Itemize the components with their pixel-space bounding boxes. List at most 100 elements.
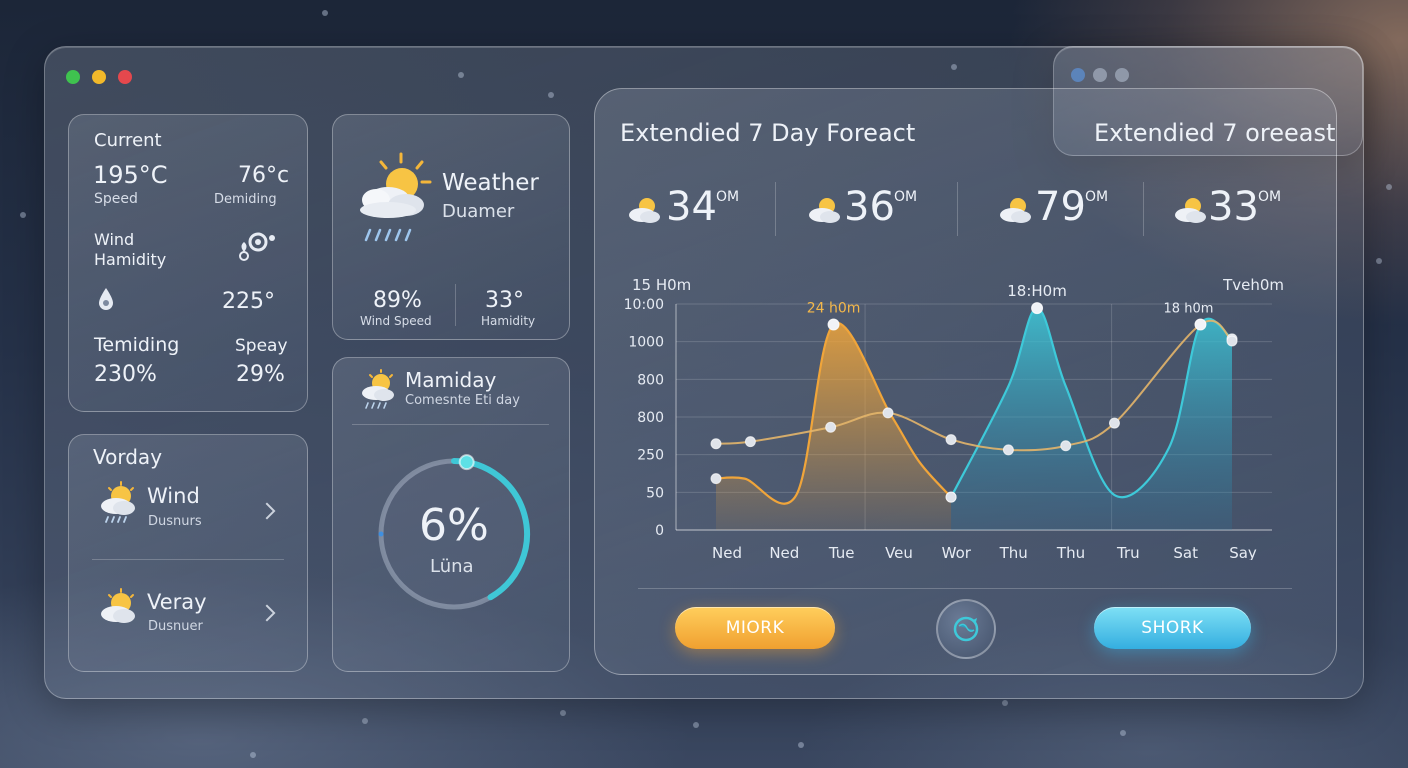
- vorday-item-subtitle: Dusnurs: [148, 514, 202, 529]
- chart-annotation: Tveh0m: [1222, 276, 1284, 294]
- forecast-title: Extendied 7 Day Foreact: [620, 119, 916, 147]
- sun-cloud-icon: [809, 198, 840, 223]
- x-tick-label: Veu: [885, 544, 913, 560]
- current-temp-value: 195°C: [93, 161, 168, 189]
- data-point: [1060, 440, 1072, 452]
- current-wind-label: Wind: [94, 230, 135, 249]
- summary-unit: OM: [716, 189, 740, 205]
- sun-cloud-rain-icon: [360, 152, 432, 242]
- chart-annotation: 15 H0m: [632, 276, 691, 294]
- sun-cloud-rain-icon: [362, 369, 394, 409]
- chevron-right-icon[interactable]: [258, 604, 276, 622]
- current-title: Current: [94, 130, 162, 151]
- humidity-value: 33°: [485, 288, 524, 313]
- vorday-item-title: Wind: [147, 484, 200, 508]
- vorday-item-title: Veray: [147, 590, 207, 614]
- current-temp-label: Speed: [94, 191, 138, 207]
- refresh-button[interactable]: [936, 599, 996, 659]
- summary-unit: OM: [1258, 189, 1282, 205]
- x-tick-label: Tru: [1116, 544, 1140, 560]
- forecast-summary-item: 33 OM: [1172, 184, 1312, 234]
- close-button[interactable]: [118, 70, 132, 84]
- sun-cloud-rain-icon: [101, 481, 135, 523]
- forecast-summary-item: 79 OM: [997, 184, 1137, 234]
- y-tick-label: 800: [637, 410, 664, 426]
- data-point: [710, 473, 722, 485]
- minimize-button[interactable]: [92, 70, 106, 84]
- x-tick-label: Thu: [999, 544, 1028, 560]
- peak-point: [1194, 318, 1207, 331]
- vorday-title: Vorday: [93, 445, 163, 469]
- current-speay-label: Speay: [235, 336, 288, 356]
- mamiday-divider: [352, 424, 549, 425]
- y-tick-label: 0: [655, 523, 664, 539]
- weather-title: Weather: [442, 170, 539, 196]
- x-tick-label: Say: [1229, 544, 1257, 560]
- summary-value: 34: [666, 184, 717, 230]
- gauge-value: 6%: [419, 500, 489, 551]
- peak-point: [1031, 302, 1044, 315]
- data-point: [945, 434, 957, 446]
- y-tick-label: 800: [637, 372, 664, 388]
- x-tick-label: Wor: [942, 544, 972, 560]
- data-point: [744, 436, 756, 448]
- forecast-title-secondary: Extendied 7 oreeast: [1094, 119, 1336, 147]
- gauge-knob: [458, 454, 475, 471]
- x-tick-label: Tue: [828, 544, 855, 560]
- x-tick-label: Ned: [769, 544, 799, 560]
- summary-unit: OM: [894, 189, 918, 205]
- current-humidity-label: Hamidity: [94, 250, 167, 269]
- data-point: [1002, 444, 1014, 456]
- summary-value: 36: [844, 184, 895, 230]
- gauge-label: Lüna: [430, 556, 474, 577]
- y-tick-label: 250: [637, 448, 664, 464]
- mamiday-title: Mamiday: [405, 368, 497, 392]
- forecast-divider: [638, 588, 1292, 589]
- sun-cloud-icon: [629, 198, 660, 223]
- sun-cloud-icon: [1000, 198, 1031, 223]
- wind-speed-value: 89%: [373, 288, 422, 313]
- peak-point: [827, 318, 840, 331]
- shork-button[interactable]: SHORK: [1094, 607, 1251, 649]
- forecast-chart: 10:00 1000 800 800 250 50 0 Ned Ned Tue Veu Wor Thu T…: [624, 276, 1284, 560]
- y-tick-label: 50: [646, 485, 664, 501]
- summary-value: 33: [1208, 184, 1259, 230]
- data-point: [1108, 417, 1120, 429]
- current-side-value: 76°c: [238, 163, 290, 188]
- x-tick-label: Ned: [712, 544, 742, 560]
- mamiday-subtitle: Comesnte Eti day: [405, 393, 520, 408]
- sun-cloud-icon: [101, 588, 135, 623]
- chart-annotation: 24 h0m: [807, 301, 861, 317]
- chevron-right-icon[interactable]: [258, 502, 276, 520]
- data-point: [825, 421, 837, 433]
- miork-button[interactable]: MIORK: [675, 607, 835, 649]
- droplet-icon: [99, 288, 113, 310]
- vorday-list-item[interactable]: Wind Dusnurs: [90, 478, 290, 544]
- humidity-label: Hamidity: [481, 314, 536, 328]
- summary-divider: [1143, 182, 1144, 236]
- current-temiding-value: 230%: [94, 362, 157, 387]
- weather-divider: [455, 284, 456, 326]
- y-tick-label: 1000: [628, 335, 664, 351]
- chart-annotation: 18 h0m: [1164, 302, 1214, 317]
- trend-series-line: [715, 319, 1233, 452]
- maximize-button[interactable]: [66, 70, 80, 84]
- x-tick-label: Sat: [1173, 544, 1198, 560]
- wind-gauge-icon: [239, 232, 275, 261]
- gauge-start-marker: [378, 531, 384, 537]
- x-tick-label: Thu: [1056, 544, 1085, 560]
- y-tick-label: 10:00: [624, 297, 664, 313]
- wind-speed-label: Wind Speed: [360, 314, 432, 328]
- weather-subtitle: Duamer: [442, 201, 515, 222]
- vorday-divider: [92, 559, 284, 560]
- summary-unit: OM: [1085, 189, 1109, 205]
- vorday-item-subtitle: Dusnuer: [148, 619, 203, 634]
- data-point: [710, 438, 722, 450]
- vorday-list-item[interactable]: Veray Dusnuer: [90, 585, 290, 645]
- chart-annotation: 18:H0m: [1007, 282, 1067, 300]
- data-point: [945, 491, 957, 503]
- summary-divider: [775, 182, 776, 236]
- summary-value: 79: [1035, 184, 1086, 230]
- sun-cloud-icon: [1175, 198, 1206, 223]
- current-temiding-label: Temiding: [94, 334, 180, 356]
